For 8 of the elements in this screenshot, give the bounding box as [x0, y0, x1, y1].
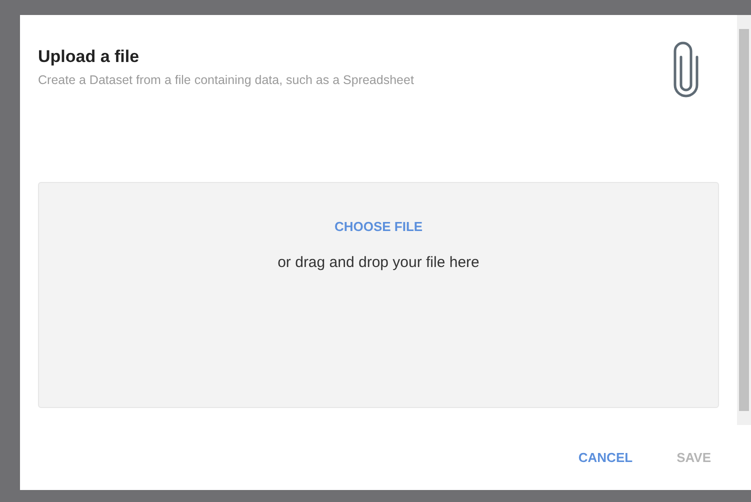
- dialog-subtitle: Create a Dataset from a file containing data, such as a Spreadsheet: [38, 73, 414, 87]
- choose-file-button[interactable]: CHOOSE FILE: [330, 217, 427, 236]
- drop-zone[interactable]: CHOOSE FILE or drag and drop your file here: [38, 182, 719, 408]
- dialog-button[interactable]: CANCEL: [570, 444, 641, 471]
- drop-hint: or drag and drop your file here: [278, 254, 480, 271]
- paperclip-icon: [673, 39, 699, 99]
- scrollbar[interactable]: [737, 15, 751, 425]
- dialog-title: Upload a file: [38, 47, 140, 67]
